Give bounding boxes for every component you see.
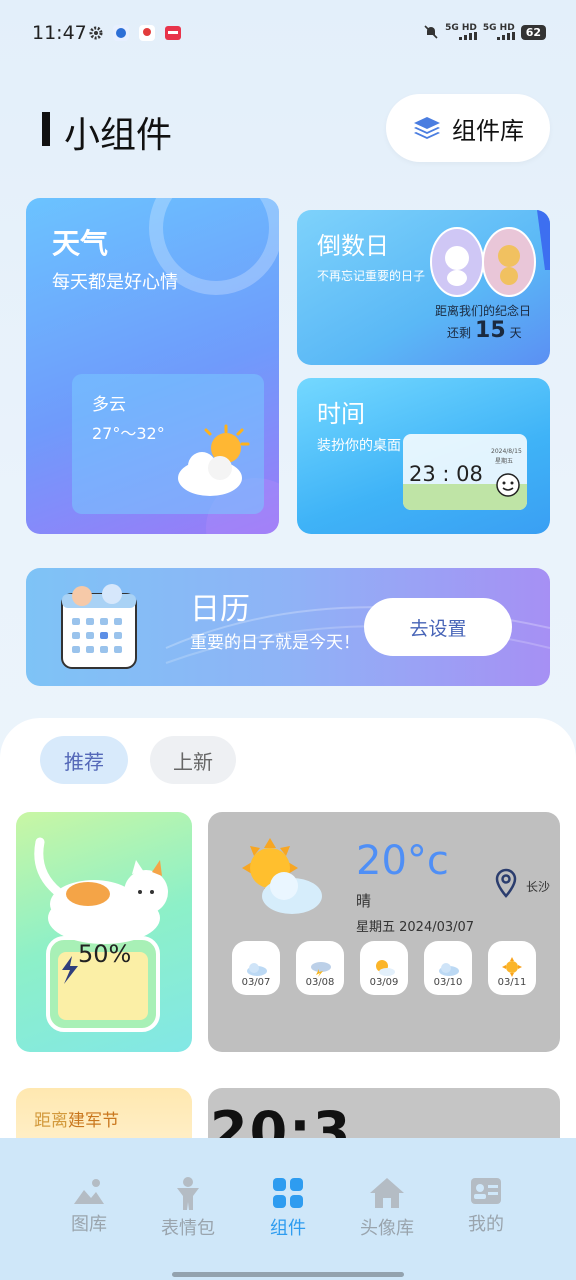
signal-2: 5G HD <box>483 24 515 40</box>
signal-1: 5G HD <box>445 24 477 40</box>
mute-bell-icon <box>424 25 438 39</box>
weather-card-title: 天气 <box>52 227 109 260</box>
layers-icon <box>414 117 440 139</box>
partly-cloudy-icon <box>178 424 250 496</box>
status-notification-icons <box>88 24 182 42</box>
countdown-days: 15 <box>475 318 506 343</box>
battery-cat-widget[interactable]: 50% <box>16 812 192 1052</box>
time-card-title: 时间 <box>317 400 365 428</box>
map-notify-icon <box>139 25 155 41</box>
page-title: 小组件 <box>64 115 173 156</box>
countdown-label: 距离我们的纪念日 <box>435 304 532 318</box>
forecast-date: 03/10 <box>433 977 463 988</box>
nav-widgets[interactable]: 组件 <box>243 1176 333 1240</box>
time-card-subtitle: 装扮你的桌面 <box>317 438 401 454</box>
countdown-card-title: 倒数日 <box>317 232 389 260</box>
time-preview-weekday: 星期五 <box>495 458 514 465</box>
weather-condition: 晴 <box>356 892 372 910</box>
remain-suffix: 天 <box>509 326 522 340</box>
forecast-day: 03/08 <box>296 941 344 995</box>
forecast-day: 03/11 <box>488 941 536 995</box>
shop-notify-icon <box>165 26 181 40</box>
battery-indicator: 62 <box>520 24 546 40</box>
tab-recommend[interactable]: 推荐 <box>40 736 128 784</box>
battery-percent: 50% <box>78 940 132 968</box>
weather-date: 星期五 2024/03/07 <box>356 920 475 935</box>
nav-avatars-label: 头像库 <box>360 1218 414 1239</box>
gear-icon <box>89 26 103 40</box>
army-day-label: 距离建军节 <box>34 1106 119 1131</box>
sun-icon <box>502 957 522 977</box>
house-icon <box>370 1178 404 1208</box>
id-card-icon <box>471 1178 501 1204</box>
widget-library-button[interactable]: 组件库 <box>386 94 550 162</box>
partly-sunny-icon <box>376 960 395 976</box>
weather-temperature: 20°c <box>356 838 449 884</box>
nav-gallery-label: 图库 <box>71 1214 107 1235</box>
calendar-card-title: 日历 <box>190 592 250 627</box>
time-preview-date: 2024/8/15 <box>491 448 522 455</box>
tab-new[interactable]: 上新 <box>150 736 236 784</box>
status-time: 11:47 <box>32 22 87 44</box>
image-icon <box>74 1179 104 1204</box>
app-notify-icon <box>113 25 129 41</box>
weather-preview-condition: 多云 <box>92 395 126 415</box>
calendar-icon <box>61 584 137 669</box>
countdown-widget-card[interactable]: 倒数日 不再忘记重要的日子 距离我们的纪念日 还剩 15 天 <box>297 210 550 365</box>
army-prefix: 距离 <box>34 1111 68 1131</box>
army-name: 建军节 <box>68 1111 119 1131</box>
time-preview-clock: 23 : 08 <box>409 462 483 486</box>
nav-mine-label: 我的 <box>468 1214 504 1235</box>
forecast-date: 03/09 <box>369 977 399 988</box>
calendar-card-subtitle: 重要的日子就是今天！ <box>190 633 360 653</box>
weather-preview-range: 27°～32° <box>92 424 165 443</box>
widgets-grid-icon <box>273 1178 303 1208</box>
nav-stickers[interactable]: 表情包 <box>143 1176 233 1240</box>
forecast-day: 03/10 <box>424 941 472 995</box>
nav-gallery[interactable]: 图库 <box>44 1176 134 1236</box>
person-icon <box>177 1177 199 1210</box>
cat-battery-illustration <box>34 837 168 1032</box>
status-right: 5G HD 5G HD 62 <box>423 24 546 40</box>
title-accent-bar <box>42 112 50 146</box>
cloud-icon <box>247 963 267 976</box>
weather-widget-card[interactable]: 天气 每天都是好心情 多云 27°～32° <box>26 198 279 534</box>
remain-prefix: 还剩 <box>447 326 472 340</box>
couple-avatars-image <box>430 227 536 297</box>
forecast-date: 03/11 <box>497 977 527 988</box>
partly-sunny-icon <box>242 838 322 914</box>
go-settings-button[interactable]: 去设置 <box>364 598 512 656</box>
weather-city: 长沙 <box>526 880 551 894</box>
widget-library-label: 组件库 <box>452 116 524 145</box>
smiley-icon <box>496 473 520 497</box>
weather-card-subtitle: 每天都是好心情 <box>52 272 178 293</box>
nav-mine[interactable]: 我的 <box>441 1176 531 1236</box>
cloud-icon <box>439 963 459 976</box>
nav-stickers-label: 表情包 <box>161 1218 215 1239</box>
forecast-date: 03/07 <box>241 977 271 988</box>
home-indicator[interactable] <box>172 1272 404 1277</box>
time-preview: 23 : 08 2024/8/15 星期五 <box>403 434 527 510</box>
thunder-icon <box>311 962 331 977</box>
weather-preview: 多云 27°～32° <box>72 374 264 514</box>
forecast-day: 03/07 <box>232 941 280 995</box>
countdown-card-subtitle: 不再忘记重要的日子 <box>317 269 426 283</box>
forecast-date: 03/08 <box>305 977 335 988</box>
countdown-remaining: 还剩 15 天 <box>447 318 522 343</box>
location-pin-icon <box>495 868 517 898</box>
time-widget-card[interactable]: 时间 装扮你的桌面 23 : 08 2024/8/15 星期五 <box>297 378 550 534</box>
nav-avatars[interactable]: 头像库 <box>342 1176 432 1240</box>
forecast-day: 03/09 <box>360 941 408 995</box>
nav-widgets-label: 组件 <box>270 1218 306 1239</box>
